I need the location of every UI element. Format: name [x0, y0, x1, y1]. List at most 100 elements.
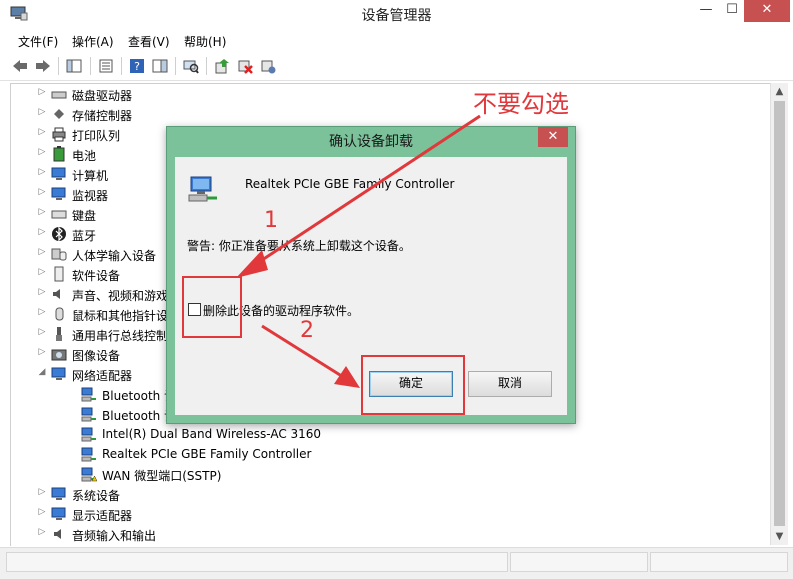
tree-item-label: 软件设备	[72, 269, 121, 283]
annotation-note: 不要勾选	[473, 90, 569, 118]
hid-icon	[51, 246, 67, 262]
netdev-icon	[81, 446, 97, 462]
storage-icon	[51, 106, 67, 122]
tree-item-label: 计算机	[72, 169, 109, 183]
tree-item-label: 图像设备	[72, 349, 121, 363]
usb-icon	[51, 326, 67, 342]
update-driver-icon[interactable]	[212, 56, 232, 76]
collapsed-arrow-icon[interactable]: ▷	[37, 487, 47, 497]
expanded-arrow-icon[interactable]: ◢	[37, 367, 47, 377]
status-bar	[0, 547, 793, 579]
tree-item-label: 监视器	[72, 189, 109, 203]
netdev-icon	[81, 386, 97, 402]
netdev-icon	[81, 406, 97, 422]
tree-category-item[interactable]: ▷ 磁盘驱动器	[11, 84, 761, 104]
uninstall-device-icon[interactable]	[235, 56, 255, 76]
cancel-button[interactable]: 取消	[468, 371, 552, 397]
tree-child-item[interactable]: Intel(R) Dual Band Wireless-AC 3160	[11, 424, 761, 444]
printer-icon	[51, 126, 67, 142]
collapsed-arrow-icon[interactable]: ▷	[37, 227, 47, 237]
warning-text: 警告: 你正准备要从系统上卸载这个设备。	[187, 239, 411, 253]
monitor-icon	[51, 186, 67, 202]
tree-category-item[interactable]: ▷ 音频输入和输出	[11, 524, 761, 544]
device-name: Realtek PCIe GBE Family Controller	[245, 177, 455, 191]
collapsed-arrow-icon[interactable]: ▷	[37, 507, 47, 517]
dialog-title: 确认设备卸载	[329, 134, 413, 150]
forward-arrow-icon[interactable]	[33, 56, 53, 76]
tree-item-label: 音频输入和输出	[72, 529, 157, 543]
tree-item-label: 蓝牙	[72, 229, 97, 243]
tree-item-label: 电池	[72, 149, 97, 163]
dialog-close-button[interactable]: ✕	[538, 127, 568, 147]
collapsed-arrow-icon[interactable]: ▷	[37, 307, 47, 317]
vertical-scrollbar[interactable]: ▲ ▼	[770, 83, 788, 545]
tree-item-label: 键盘	[72, 209, 97, 223]
collapsed-arrow-icon[interactable]: ▷	[37, 207, 47, 217]
tree-category-item[interactable]: ▷ 显示适配器	[11, 504, 761, 524]
tree-item-label: 显示适配器	[72, 509, 133, 523]
collapsed-arrow-icon[interactable]: ▷	[37, 167, 47, 177]
close-window-button[interactable]: ✕	[744, 0, 790, 22]
window-title: 设备管理器	[361, 8, 432, 24]
tree-item-label: 鼠标和其他指针设	[72, 309, 169, 323]
scroll-thumb[interactable]	[774, 101, 785, 526]
collapsed-arrow-icon[interactable]: ▷	[37, 107, 47, 117]
system-icon	[51, 486, 67, 502]
collapsed-arrow-icon[interactable]: ▷	[37, 187, 47, 197]
status-cell-2	[510, 552, 648, 572]
computer-icon	[51, 166, 67, 182]
tree-item-label: 打印队列	[72, 129, 121, 143]
maximize-button[interactable]: ☐	[718, 0, 746, 22]
back-arrow-icon[interactable]	[10, 56, 30, 76]
collapsed-arrow-icon[interactable]: ▷	[37, 127, 47, 137]
tree-item-label: 声音、视频和游戏	[72, 289, 169, 303]
action-pane-icon[interactable]	[150, 56, 170, 76]
tree-item-label: Bluetooth 设	[102, 409, 177, 423]
netdev-warn-icon	[81, 466, 98, 482]
tree-child-item[interactable]: Realtek PCIe GBE Family Controller	[11, 444, 761, 464]
minimize-button[interactable]: —	[692, 0, 720, 22]
battery-icon	[51, 146, 67, 162]
tree-item-label: Intel(R) Dual Band Wireless-AC 3160	[102, 427, 322, 441]
collapsed-arrow-icon[interactable]: ▷	[37, 87, 47, 97]
scan-hardware-icon[interactable]	[181, 56, 201, 76]
display-icon	[51, 506, 67, 522]
tree-item-label: 系统设备	[72, 489, 121, 503]
keyboard-icon	[51, 206, 67, 222]
tree-item-label: 磁盘驱动器	[72, 89, 133, 103]
bluetooth-icon	[51, 226, 67, 242]
status-cell-3	[650, 552, 788, 572]
sound-icon	[51, 286, 67, 302]
tree-category-item[interactable]: ▷ 存储控制器	[11, 104, 761, 124]
collapsed-arrow-icon[interactable]: ▷	[37, 327, 47, 337]
mouse-icon	[51, 306, 67, 322]
menu-file[interactable]: 文件(F)	[18, 33, 58, 50]
menu-help[interactable]: 帮助(H)	[184, 33, 226, 50]
collapsed-arrow-icon[interactable]: ▷	[37, 147, 47, 157]
network-icon	[51, 366, 67, 382]
help-icon[interactable]: ?	[127, 56, 147, 76]
scroll-down-icon[interactable]: ▼	[771, 528, 788, 545]
properties-icon[interactable]	[96, 56, 116, 76]
tree-item-label: 存储控制器	[72, 109, 133, 123]
menu-bar: 文件(F) 操作(A) 查看(V) 帮助(H)	[0, 30, 793, 52]
tree-child-item[interactable]: WAN 微型端口(SSTP)	[11, 464, 761, 484]
network-adapter-icon	[187, 173, 219, 205]
tree-item-label: 人体学输入设备	[72, 249, 157, 263]
tree-item-label: 通用串行总线控制	[72, 329, 169, 343]
netdev-icon	[81, 426, 97, 442]
collapsed-arrow-icon[interactable]: ▷	[37, 287, 47, 297]
svg-text:?: ?	[134, 60, 140, 73]
toolbar: ?	[0, 52, 793, 81]
show-hide-tree-icon[interactable]	[64, 56, 84, 76]
collapsed-arrow-icon[interactable]: ▷	[37, 267, 47, 277]
menu-action[interactable]: 操作(A)	[72, 33, 114, 50]
collapsed-arrow-icon[interactable]: ▷	[37, 347, 47, 357]
collapsed-arrow-icon[interactable]: ▷	[37, 527, 47, 537]
tree-category-item[interactable]: ▷ 系统设备	[11, 484, 761, 504]
disable-device-icon[interactable]	[258, 56, 278, 76]
scroll-up-icon[interactable]: ▲	[771, 83, 788, 100]
disk-icon	[51, 86, 67, 102]
menu-view[interactable]: 查看(V)	[128, 33, 170, 50]
collapsed-arrow-icon[interactable]: ▷	[37, 247, 47, 257]
